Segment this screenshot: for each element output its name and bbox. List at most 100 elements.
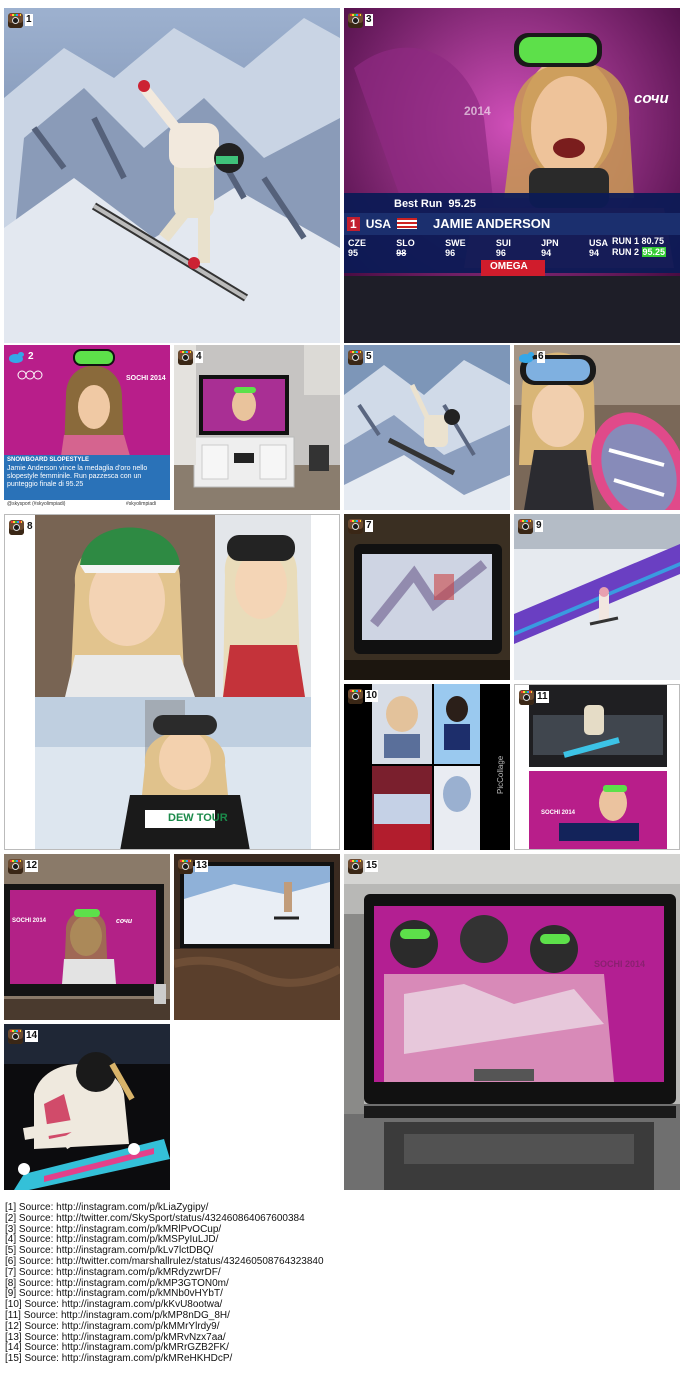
photo-tile-1[interactable]: 1 [4, 8, 340, 343]
snowboarder-jump-photo [4, 8, 340, 343]
score-cell: SUI 96 [496, 238, 511, 258]
source-line[interactable]: [12] Source: http://instagram.com/p/kMMr… [5, 1321, 324, 1333]
athlete-row: 1 USA JAMIE ANDERSON [347, 216, 550, 231]
source-line[interactable]: [15] Source: http://instagram.com/p/kMRe… [5, 1353, 324, 1365]
best-run-label: Best Run 95.25 [394, 198, 476, 210]
rider-closeup-photo [4, 1024, 170, 1190]
camera-icon [9, 519, 24, 535]
score-country: CZE [348, 238, 366, 248]
score-value: 94 [588, 248, 599, 258]
bird-icon [8, 351, 25, 364]
tile-badge: 6 [518, 349, 545, 365]
camera-icon [8, 858, 23, 874]
camera-icon [348, 12, 363, 28]
source-line[interactable]: [2] Source: http://twitter.com/SkySport/… [5, 1213, 324, 1225]
bird-icon [518, 351, 535, 364]
rank: 1 [347, 216, 360, 231]
tile-number: 6 [537, 351, 545, 363]
photo-tile-4[interactable]: 4 [174, 345, 340, 510]
photo-tile-12[interactable]: SOCHI 2014 сочи 12 [4, 854, 170, 1020]
dark-room-tv-photo [174, 854, 340, 1020]
photo-tile-7[interactable]: 7 [344, 514, 510, 680]
tile-number: 10 [365, 690, 379, 702]
tile-badge: 15 [348, 858, 379, 874]
sponsor-logo: OMEGA [490, 261, 528, 272]
score-cell: SLO 98 [396, 238, 415, 258]
sochi-logo: SOCHI 2014 [126, 375, 166, 382]
sochi-logo: SOCHI 2014 [541, 810, 576, 816]
photo-tile-9[interactable]: 9 [514, 514, 680, 680]
best-run-text: Best Run [394, 198, 443, 210]
run2-label: RUN 2 [612, 247, 640, 257]
tile-badge: 1 [8, 12, 33, 28]
camera-icon [519, 689, 534, 705]
camera-icon [348, 518, 363, 534]
tile-number: 5 [365, 351, 373, 363]
tile-badge: 11 [519, 689, 549, 705]
tv-stand-photo [4, 854, 170, 1020]
tile-number: 11 [536, 691, 549, 703]
photo-tile-3[interactable]: Best Run 95.25 1 USA JAMIE ANDERSON CZE 9… [344, 8, 680, 343]
best-run-value: 95.25 [448, 198, 476, 210]
camera-icon [8, 1028, 23, 1044]
tile-number: 7 [365, 520, 373, 532]
photo-tile-10[interactable]: PicCollage 10 [344, 684, 510, 850]
tile-number: 15 [365, 860, 379, 872]
living-room-tv-photo [174, 345, 340, 510]
camera-icon [178, 349, 193, 365]
tile-number: 9 [535, 520, 543, 532]
sochi-logo: SOCHI 2014 [12, 918, 47, 924]
tile-badge: 14 [8, 1028, 39, 1044]
tweet-tile-2[interactable]: SNOWBOARD SLOPESTYLE Jamie Anderson vinc… [4, 345, 170, 510]
tile-number: 3 [365, 14, 373, 26]
bib-text: DEW TOUR [168, 812, 228, 824]
tv-broadcast-photo [344, 8, 680, 343]
tweet-tile-6[interactable]: 6 [514, 345, 680, 510]
score-value: 96 [495, 248, 506, 258]
tile-badge: 10 [348, 688, 379, 704]
judge-scores: CZE 95 SLO 98 SWE 96 SUI 96 JPN 94 USA 94 [348, 238, 608, 258]
tweet-body: Jamie Anderson vince la medaglia d'oro n… [7, 465, 148, 488]
tile-number: 14 [25, 1030, 39, 1042]
tile-badge: 7 [348, 518, 373, 534]
sochi-logo: SOCHI 2014 [594, 959, 646, 969]
score-value: 94 [541, 248, 552, 258]
run1-value: 80.75 [641, 236, 665, 246]
tv-screens-photo [529, 685, 667, 849]
tile-badge: 4 [178, 349, 203, 365]
camera-icon [8, 12, 23, 28]
goggles-portrait-photo [514, 345, 680, 510]
score-value: 98 [396, 248, 407, 258]
slope-rider-photo [514, 514, 680, 680]
score-cell: SWE 96 [445, 238, 466, 258]
source-line[interactable]: [7] Source: http://instagram.com/p/kMRdy… [5, 1267, 324, 1279]
pic-collage-photo [344, 684, 510, 850]
tile-number: 4 [195, 351, 203, 363]
score-value: 96 [445, 248, 456, 258]
tweet-headline: SNOWBOARD SLOPESTYLE [7, 457, 90, 463]
photo-tile-11[interactable]: SOCHI 2014 11 [514, 684, 680, 850]
score-cell: JPN 94 [541, 238, 559, 258]
portrait-collage-photo [35, 515, 311, 849]
score-country: SWE [445, 238, 466, 248]
photo-tile-8[interactable]: DEW TOUR 8 [4, 514, 340, 850]
tile-number: 1 [25, 14, 33, 26]
photo-tile-14[interactable]: 14 [4, 1024, 170, 1190]
score-cell: CZE 95 [348, 238, 366, 258]
camera-icon [348, 688, 363, 704]
blurry-tv-photo [344, 514, 510, 680]
tweet-hashtag: #skyolimpiadi [126, 501, 157, 507]
run2-value: 95.25 [641, 247, 667, 257]
tile-number: 12 [25, 860, 39, 872]
score-cell: USA 94 [589, 238, 608, 258]
score-country: SLO [396, 238, 415, 248]
photo-tile-15[interactable]: SOCHI 2014 15 [344, 854, 680, 1190]
score-country: USA [588, 238, 608, 248]
tile-badge: 13 [178, 858, 209, 874]
camera-icon [178, 858, 193, 874]
score-country: JPN [541, 238, 559, 248]
photo-tile-13[interactable]: 13 [174, 854, 340, 1020]
watermark: PicCollage [496, 755, 505, 794]
photo-tile-5[interactable]: 5 [344, 345, 510, 510]
camera-icon [348, 349, 363, 365]
